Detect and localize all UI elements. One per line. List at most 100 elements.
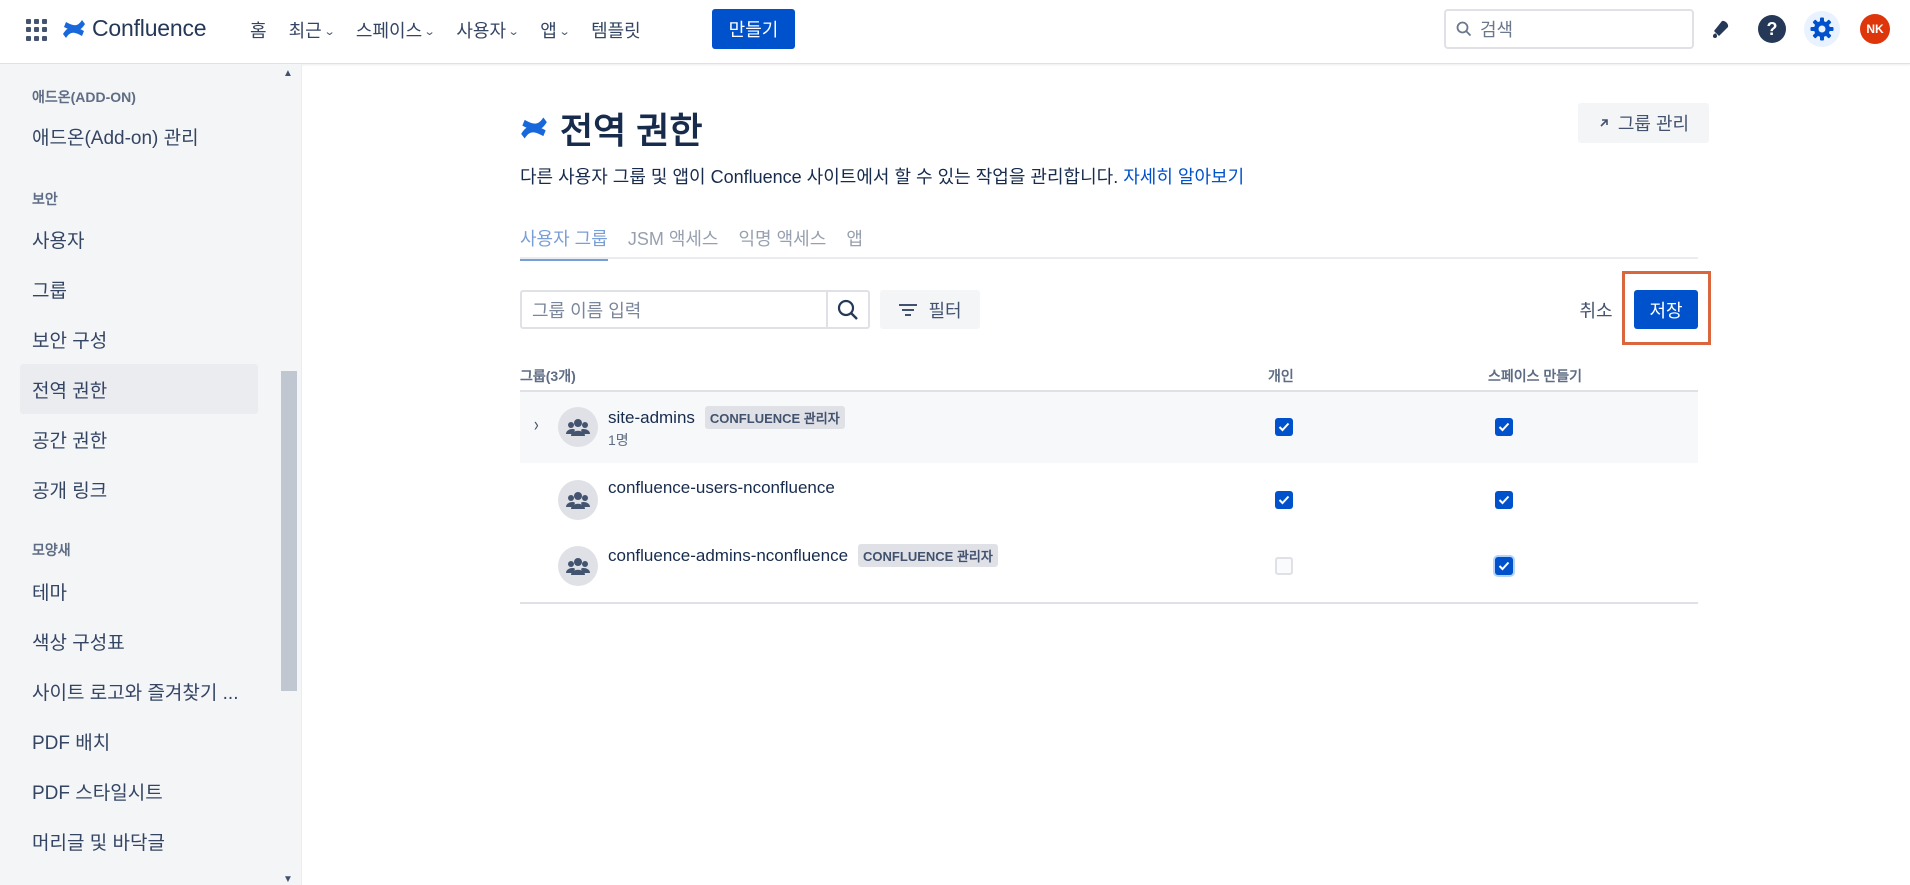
group-people-icon	[558, 546, 598, 586]
group-name-input[interactable]: 그룹 이름 입력	[520, 290, 870, 329]
manage-groups-label: 그룹 관리	[1617, 114, 1690, 134]
table-header: 그룹(3개) 개인 스페이스 만들기	[520, 360, 1698, 392]
table-row: confluence-admins-nconfluence CONFLUENCE…	[520, 536, 1698, 604]
manage-groups-button[interactable]: 그룹 관리	[1578, 103, 1709, 143]
sidebar-section-look-and-feel: 모양새	[32, 542, 71, 558]
search-placeholder: 검색	[1480, 20, 1514, 40]
sidebar-item-global-permissions[interactable]: 전역 권한	[20, 364, 258, 414]
sidebar-item-users[interactable]: 사용자	[20, 214, 258, 264]
group-permissions-table: 그룹(3개) 개인 스페이스 만들기 › site-admins CONFLUE…	[520, 360, 1698, 604]
chevron-down-icon: ⌄	[558, 25, 571, 38]
chevron-down-icon: ⌄	[323, 25, 336, 38]
admin-badge: CONFLUENCE 관리자	[704, 406, 845, 429]
admin-badge: CONFLUENCE 관리자	[858, 544, 998, 567]
table-row: › site-admins CONFLUENCE 관리자 1명	[520, 392, 1698, 464]
create-space-checkbox[interactable]	[1495, 557, 1513, 575]
group-search-button[interactable]	[826, 292, 868, 327]
primary-nav: 홈 최근 ⌄ 스페이스 ⌄ 사용자 ⌄ 앱 ⌄ 템플릿	[250, 15, 663, 45]
filter-icon	[899, 303, 918, 316]
learn-more-link[interactable]: 자세히 알아보기	[1123, 167, 1244, 187]
nav-spaces[interactable]: 스페이스 ⌄	[355, 17, 436, 43]
search-icon	[837, 299, 858, 320]
tab-user-groups[interactable]: 사용자 그룹	[520, 225, 608, 261]
group-name-site-admins: site-admins CONFLUENCE 관리자	[608, 406, 845, 429]
header-group: 그룹(3개)	[520, 368, 576, 384]
tab-anonymous-access[interactable]: 익명 액세스	[739, 225, 827, 259]
search-icon	[1456, 21, 1472, 37]
personal-checkbox[interactable]	[1275, 557, 1293, 575]
save-button[interactable]: 저장	[1634, 290, 1698, 329]
group-name-text: site-admins	[608, 407, 695, 427]
group-name-text: confluence-users-nconfluence	[608, 478, 835, 497]
sidebar-item-themes[interactable]: 테마	[20, 566, 258, 616]
member-count: 1명	[608, 432, 629, 448]
sidebar-item-public-links[interactable]: 공개 링크	[20, 464, 258, 514]
sidebar-section-security: 보안	[32, 191, 58, 207]
chevron-right-icon[interactable]: ›	[534, 413, 539, 435]
notification-bell-icon[interactable]	[1706, 14, 1736, 44]
group-people-icon	[558, 480, 598, 520]
nav-recent[interactable]: 최근 ⌄	[288, 17, 336, 43]
create-space-checkbox[interactable]	[1495, 491, 1513, 509]
nav-templates-label: 템플릿	[591, 21, 641, 41]
nav-people[interactable]: 사용자 ⌄	[456, 17, 520, 43]
scroll-up-icon[interactable]: ▲	[283, 68, 293, 79]
description-text: 다른 사용자 그룹 및 앱이 Confluence 사이트에서 할 수 있는 작…	[520, 167, 1119, 187]
nav-recent-label: 최근	[288, 21, 322, 41]
group-name-text: confluence-admins-nconfluence	[608, 545, 849, 565]
scroll-down-icon[interactable]: ▼	[283, 874, 293, 885]
sidebar-section-addons: 애드온(ADD-ON)	[32, 89, 136, 105]
tab-apps[interactable]: 앱	[846, 225, 863, 259]
sidebar-item-groups[interactable]: 그룹	[20, 264, 258, 314]
sidebar-item-pdf-stylesheet[interactable]: PDF 스타일시트	[20, 766, 258, 816]
filter-label: 필터	[928, 300, 962, 321]
checkmark-icon	[1498, 495, 1510, 505]
checkmark-icon	[1278, 422, 1290, 432]
logo-text: Confluence	[92, 15, 207, 41]
nav-templates[interactable]: 템플릿	[591, 17, 641, 43]
sidebar-item-space-permissions[interactable]: 공간 권한	[20, 414, 258, 464]
page-title: 전역 권한	[560, 110, 703, 151]
app-switcher-icon[interactable]	[26, 19, 48, 41]
filter-button[interactable]: 필터	[880, 290, 980, 329]
chevron-down-icon: ⌄	[507, 25, 520, 38]
checkmark-icon	[1278, 495, 1290, 505]
sidebar-item-manage-addons[interactable]: 애드온(Add-on) 관리	[20, 111, 258, 161]
checkmark-icon	[1498, 561, 1510, 571]
group-name-confluence-admins: confluence-admins-nconfluence CONFLUENCE…	[608, 544, 998, 567]
sidebar-item-site-logo[interactable]: 사이트 로고와 즐겨찾기 ...	[20, 666, 258, 716]
nav-home-label: 홈	[250, 21, 267, 41]
sidebar-scrollbar-thumb[interactable]	[281, 371, 297, 691]
personal-checkbox[interactable]	[1275, 491, 1293, 509]
sidebar-item-color-scheme[interactable]: 색상 구성표	[20, 616, 258, 666]
page-header: 전역 권한	[520, 102, 702, 154]
global-search-input[interactable]: 검색	[1444, 9, 1694, 49]
header-create-space: 스페이스 만들기	[1488, 368, 1583, 384]
sidebar-item-security-config[interactable]: 보안 구성	[20, 314, 258, 364]
group-name-placeholder: 그룹 이름 입력	[532, 300, 642, 321]
confluence-logo-icon	[63, 19, 85, 38]
chevron-down-icon: ⌄	[423, 25, 436, 38]
page-description: 다른 사용자 그룹 및 앱이 Confluence 사이트에서 할 수 있는 작…	[520, 163, 1244, 189]
group-name-confluence-users: confluence-users-nconfluence	[608, 478, 835, 498]
create-button[interactable]: 만들기	[712, 9, 795, 49]
header-personal: 개인	[1268, 368, 1294, 384]
nav-home[interactable]: 홈	[250, 17, 267, 43]
nav-apps[interactable]: 앱 ⌄	[540, 17, 571, 43]
nav-spaces-label: 스페이스	[355, 21, 423, 41]
create-space-checkbox[interactable]	[1495, 418, 1513, 436]
permission-tabs: 사용자 그룹 JSM 액세스 익명 액세스 앱	[520, 225, 1698, 261]
checkmark-icon	[1498, 422, 1510, 432]
nav-people-label: 사용자	[456, 21, 507, 41]
external-arrow-icon	[1600, 119, 1608, 127]
tab-jsm-access[interactable]: JSM 액세스	[628, 225, 719, 259]
top-navigation: Confluence 홈 최근 ⌄ 스페이스 ⌄ 사용자 ⌄ 앱 ⌄ 템플릿 만들기 검…	[0, 0, 1910, 64]
personal-checkbox[interactable]	[1275, 418, 1293, 436]
user-avatar[interactable]: NK	[1860, 14, 1890, 44]
cancel-button[interactable]: 취소	[1566, 290, 1626, 329]
confluence-logo[interactable]: Confluence	[62, 15, 207, 42]
help-icon[interactable]: ?	[1757, 14, 1787, 44]
sidebar-item-header-footer[interactable]: 머리글 및 바닥글	[20, 816, 258, 866]
sidebar-item-pdf-layout[interactable]: PDF 배치	[20, 716, 258, 766]
settings-gear-icon[interactable]	[1804, 11, 1840, 47]
